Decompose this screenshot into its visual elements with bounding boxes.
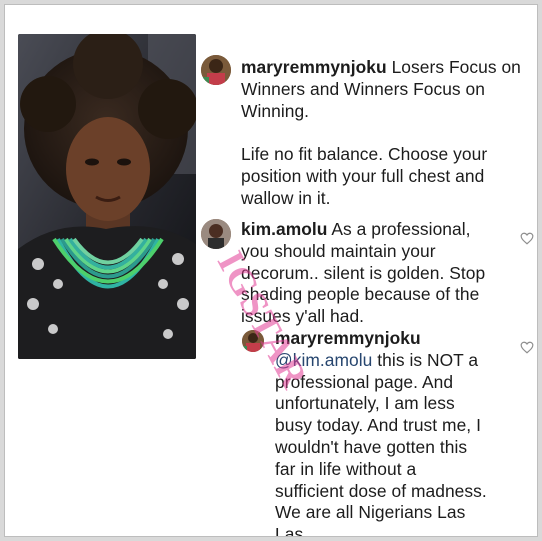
comment-3: maryremmynjoku @kim.amolu this is NOT a …	[275, 328, 535, 537]
comment-2: kim.amolu As a professional, you should …	[241, 219, 521, 328]
comment-line	[241, 122, 531, 144]
comment-line: Life no fit balance. Choose your	[241, 144, 488, 165]
user-avatar-maryremmynjoku[interactable]	[201, 55, 231, 85]
mention-link[interactable]: @kim.amolu	[275, 350, 372, 370]
comment-line: far in life without a	[275, 458, 417, 479]
comment-line: Winning.	[241, 100, 310, 121]
avatar-image	[201, 55, 231, 85]
avatar-image	[201, 219, 231, 249]
comment-line: issues y'all had.	[241, 306, 365, 327]
post-card: maryremmynjoku Losers Focus on Winners a…	[4, 4, 538, 537]
heart-outline-icon[interactable]	[520, 341, 534, 354]
comment-line: unfortunately, I am less	[275, 393, 455, 414]
comment-line: this is NOT a	[377, 349, 479, 370]
avatar-image	[242, 330, 264, 352]
comment-line: Las.	[275, 524, 309, 537]
comment-1: maryremmynjoku Losers Focus on Winners a…	[241, 57, 531, 210]
comment-line: As a professional,	[331, 219, 471, 239]
woman-selfie-image	[18, 34, 196, 359]
comment-line: We are all Nigerians Las	[275, 502, 466, 523]
comment-username[interactable]: kim.amolu	[241, 219, 327, 239]
comment-line: sufficient dose of madness.	[275, 480, 487, 501]
heart-outline-icon[interactable]	[520, 232, 534, 245]
comment-line: Losers Focus on	[391, 57, 521, 77]
user-avatar-kim-amolu[interactable]	[201, 219, 231, 249]
comment-username[interactable]: maryremmynjoku	[275, 328, 535, 350]
comment-line: decorum.. silent is golden. Stop	[241, 262, 486, 283]
comment-line: Winners and Winners Focus on	[241, 78, 486, 99]
comment-line: position with your full chest and	[241, 165, 485, 186]
comment-line: professional page. And	[275, 371, 454, 392]
comment-username[interactable]: maryremmynjoku	[241, 57, 387, 77]
comment-line: shading people because of the	[241, 284, 480, 305]
comment-line: busy today. And trust me, I	[275, 415, 481, 436]
post-photo	[18, 34, 196, 359]
comment-line: wallow in it.	[241, 187, 331, 208]
comment-line: wouldn't have gotten this	[275, 436, 468, 457]
comment-line: you should maintain your	[241, 240, 436, 261]
user-avatar-maryremmynjoku[interactable]	[242, 330, 264, 352]
